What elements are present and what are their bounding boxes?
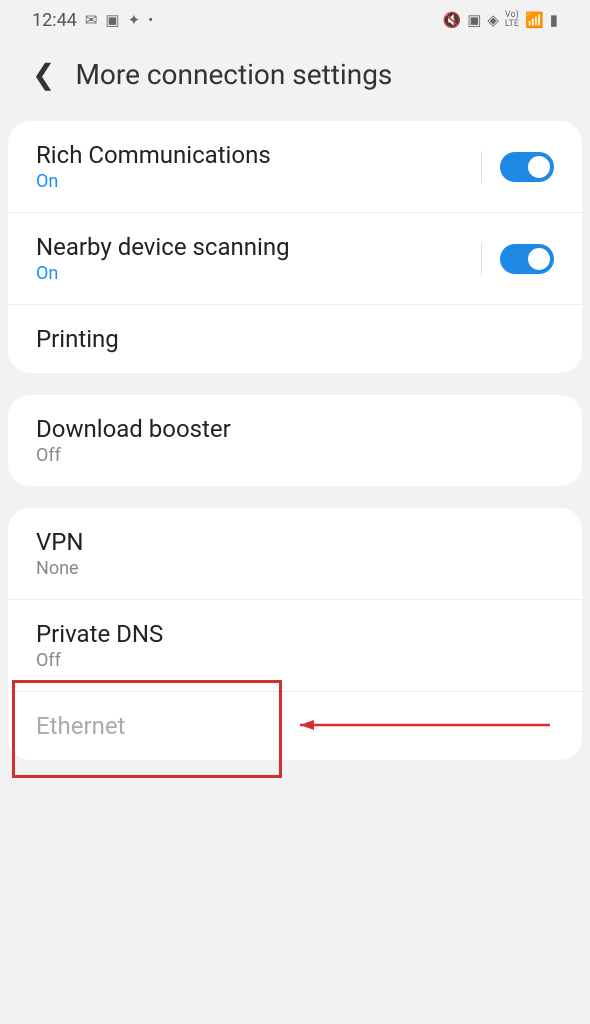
status-bar: 12:44 ✉ ▣ ✦ • 🔇 ▣ ◈ Vo)LTE 📶 ▮ [0,0,590,40]
item-text: Nearby device scanning On [36,233,290,284]
item-title: Private DNS [36,620,163,648]
item-title: Nearby device scanning [36,233,290,261]
item-title: VPN [36,528,84,556]
rich-communications-toggle[interactable] [500,152,554,182]
dot-icon: • [148,11,153,29]
item-title: Rich Communications [36,141,271,169]
item-text: Printing [36,325,119,353]
item-text: VPN None [36,528,84,579]
item-text: Private DNS Off [36,620,163,671]
mail-icon: ✉ [85,11,98,29]
vpn-item[interactable]: VPN None [8,508,582,600]
item-status: On [36,171,271,192]
volte-icon: Vo)LTE [505,11,519,29]
rich-communications-item[interactable]: Rich Communications On [8,121,582,213]
settings-group-2: Download booster Off [8,395,582,486]
mute-icon: 🔇 [443,11,462,29]
item-status: None [36,558,84,579]
status-left: 12:44 ✉ ▣ ✦ • [32,10,153,31]
item-title: Ethernet [36,712,125,740]
item-status: On [36,263,290,284]
printing-item[interactable]: Printing [8,305,582,373]
wifi-icon: ◈ [487,11,499,29]
settings-group-3: VPN None Private DNS Off Ethernet [8,508,582,760]
toggle-divider [481,243,482,275]
battery-saver-icon: ▣ [467,11,481,29]
ethernet-item[interactable]: Ethernet [8,692,582,760]
item-text: Download booster Off [36,415,231,466]
toggle-wrap [481,151,554,183]
settings-group-1: Rich Communications On Nearby device sca… [8,121,582,373]
item-text: Ethernet [36,712,125,740]
status-time: 12:44 [32,10,77,31]
page-title: More connection settings [75,58,392,91]
item-title: Download booster [36,415,231,443]
header: ❮ More connection settings [0,40,590,121]
battery-icon: ▮ [550,11,558,29]
status-right: 🔇 ▣ ◈ Vo)LTE 📶 ▮ [443,11,559,29]
cloud-icon: ✦ [128,11,141,29]
item-status: Off [36,650,163,671]
item-title: Printing [36,325,119,353]
toggle-wrap [481,243,554,275]
toggle-divider [481,151,482,183]
nearby-scanning-item[interactable]: Nearby device scanning On [8,213,582,305]
image-icon: ▣ [105,11,119,29]
item-status: Off [36,445,231,466]
toggle-knob [526,246,552,272]
signal-icon: 📶 [525,11,544,29]
nearby-scanning-toggle[interactable] [500,244,554,274]
download-booster-item[interactable]: Download booster Off [8,395,582,486]
back-icon[interactable]: ❮ [32,58,55,91]
item-text: Rich Communications On [36,141,271,192]
toggle-knob [526,154,552,180]
private-dns-item[interactable]: Private DNS Off [8,600,582,692]
